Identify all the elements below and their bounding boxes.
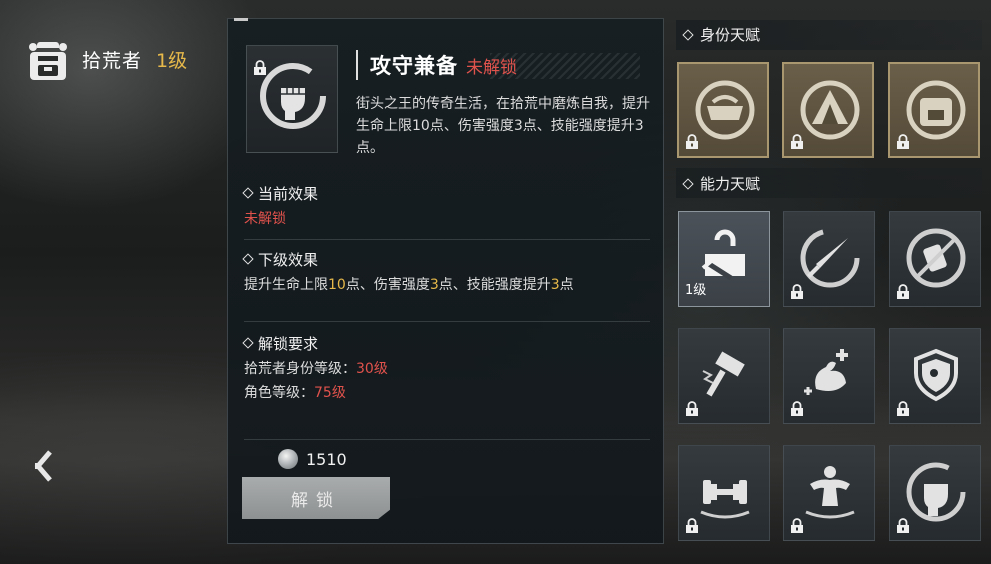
requirement-character-level: 角色等级：75级 [244, 383, 654, 403]
next-effect-seg: 提升生命上限 [244, 277, 328, 293]
next-effect-heading: 下级效果 [242, 249, 319, 270]
coin-icon [278, 449, 298, 469]
current-effect-heading-text: 当前效果 [258, 185, 319, 203]
requirement-label: 拾荒者身份等级： [244, 361, 356, 377]
ability-talent-5[interactable] [783, 328, 875, 424]
next-effect-heading-text: 下级效果 [258, 251, 319, 269]
requirements-heading: 解锁要求 [242, 333, 319, 354]
lock-icon [686, 134, 698, 149]
divider [244, 239, 650, 240]
ability-talent-3[interactable] [889, 211, 981, 307]
talent-description: 街头之王的传奇生活，在拾荒中磨炼自我，提升生命上限10点、伤害强度3点、技能强度… [356, 96, 650, 156]
shield-icon [914, 348, 958, 402]
identity-talent-3[interactable] [888, 62, 980, 158]
diamond-icon [682, 177, 694, 190]
lock-icon [897, 401, 909, 416]
next-effect-seg: 点 [559, 277, 574, 293]
identity-talent-1[interactable] [677, 62, 769, 158]
ability-talent-4[interactable] [678, 328, 770, 424]
back-arrow-icon[interactable] [32, 448, 58, 484]
next-effect-value: 3 [550, 277, 560, 293]
diamond-icon [682, 28, 694, 41]
lock-icon [791, 518, 803, 533]
knife-icon [800, 228, 860, 288]
lock-icon [897, 284, 909, 299]
lock-icon [254, 60, 266, 75]
talent-title: 攻守兼备 [370, 54, 458, 78]
divider [244, 321, 650, 322]
ability-talents-heading-text: 能力天赋 [700, 175, 761, 193]
fist-icon [906, 462, 966, 522]
talent-detail-panel: 攻守兼备 未解锁 街头之王的传奇生活，在拾荒中磨炼自我，提升生命上限10点、伤害… [227, 18, 664, 544]
requirement-label: 角色等级： [244, 385, 314, 401]
next-effect-text: 提升生命上限10点、伤害强度3点、技能强度提升3点 [244, 275, 654, 295]
identity-talents-heading-text: 身份天赋 [700, 26, 761, 44]
ability-talents-heading: 能力天赋 [682, 173, 761, 194]
ability-talent-8[interactable] [783, 445, 875, 541]
diamond-icon [242, 337, 254, 349]
identity-level: 1级 [156, 49, 188, 72]
bodybuilder-icon [805, 466, 855, 519]
identity-header: 拾荒者 1级 [24, 36, 187, 82]
next-effect-seg: 点、伤害强度 [345, 277, 430, 293]
current-effect-value: 未解锁 [244, 211, 286, 227]
divider [244, 439, 650, 440]
muscle-plus-icon [804, 349, 848, 395]
no-can-icon [906, 228, 966, 288]
dumbbell-icon [700, 480, 750, 519]
panel-tab-marker [234, 18, 248, 21]
next-effect-value: 10 [328, 277, 346, 293]
scavenger-emblem-icon [695, 80, 755, 140]
diamond-icon [242, 187, 254, 199]
diamond-icon [242, 253, 254, 265]
ability-talent-7[interactable] [678, 445, 770, 541]
title-accent-bar [356, 50, 358, 80]
ability-talent-6[interactable] [889, 328, 981, 424]
current-effect-heading: 当前效果 [242, 183, 319, 204]
requirement-value: 75级 [314, 385, 346, 401]
ability-talent-2[interactable] [783, 211, 875, 307]
next-effect-seg: 点、技能强度提升 [438, 277, 551, 293]
lock-icon [686, 401, 698, 416]
identity-talent-2[interactable] [782, 62, 874, 158]
backpack-emblem-icon [906, 80, 966, 140]
lock-icon [791, 284, 803, 299]
backpack-icon [29, 42, 67, 80]
ability-talent-9[interactable] [889, 445, 981, 541]
requirements-heading-text: 解锁要求 [258, 335, 319, 353]
identity-name: 拾荒者 [82, 49, 143, 72]
lock-icon [791, 134, 803, 149]
unlock-button[interactable]: 解锁 [242, 477, 390, 519]
lock-icon [897, 134, 909, 149]
cost-amount: 1510 [306, 449, 347, 469]
requirement-value: 30级 [356, 361, 388, 377]
talent-title-bar: 攻守兼备 未解锁 [356, 49, 517, 81]
unlock-cost: 1510 [278, 449, 347, 469]
lock-icon [791, 401, 803, 416]
talent-status: 未解锁 [466, 57, 517, 78]
ability-talent-1[interactable]: 1级 [678, 211, 770, 307]
lock-icon [897, 518, 909, 533]
tent-emblem-icon [800, 80, 860, 140]
requirement-identity-level: 拾荒者身份等级：30级 [244, 359, 654, 379]
lock-icon [686, 518, 698, 533]
identity-talents-heading: 身份天赋 [682, 24, 761, 45]
next-effect-value: 3 [429, 277, 439, 293]
fist-icon [260, 63, 326, 129]
hammer-icon [702, 351, 745, 397]
talent-level: 1级 [685, 283, 707, 298]
talent-emblem [246, 45, 338, 153]
